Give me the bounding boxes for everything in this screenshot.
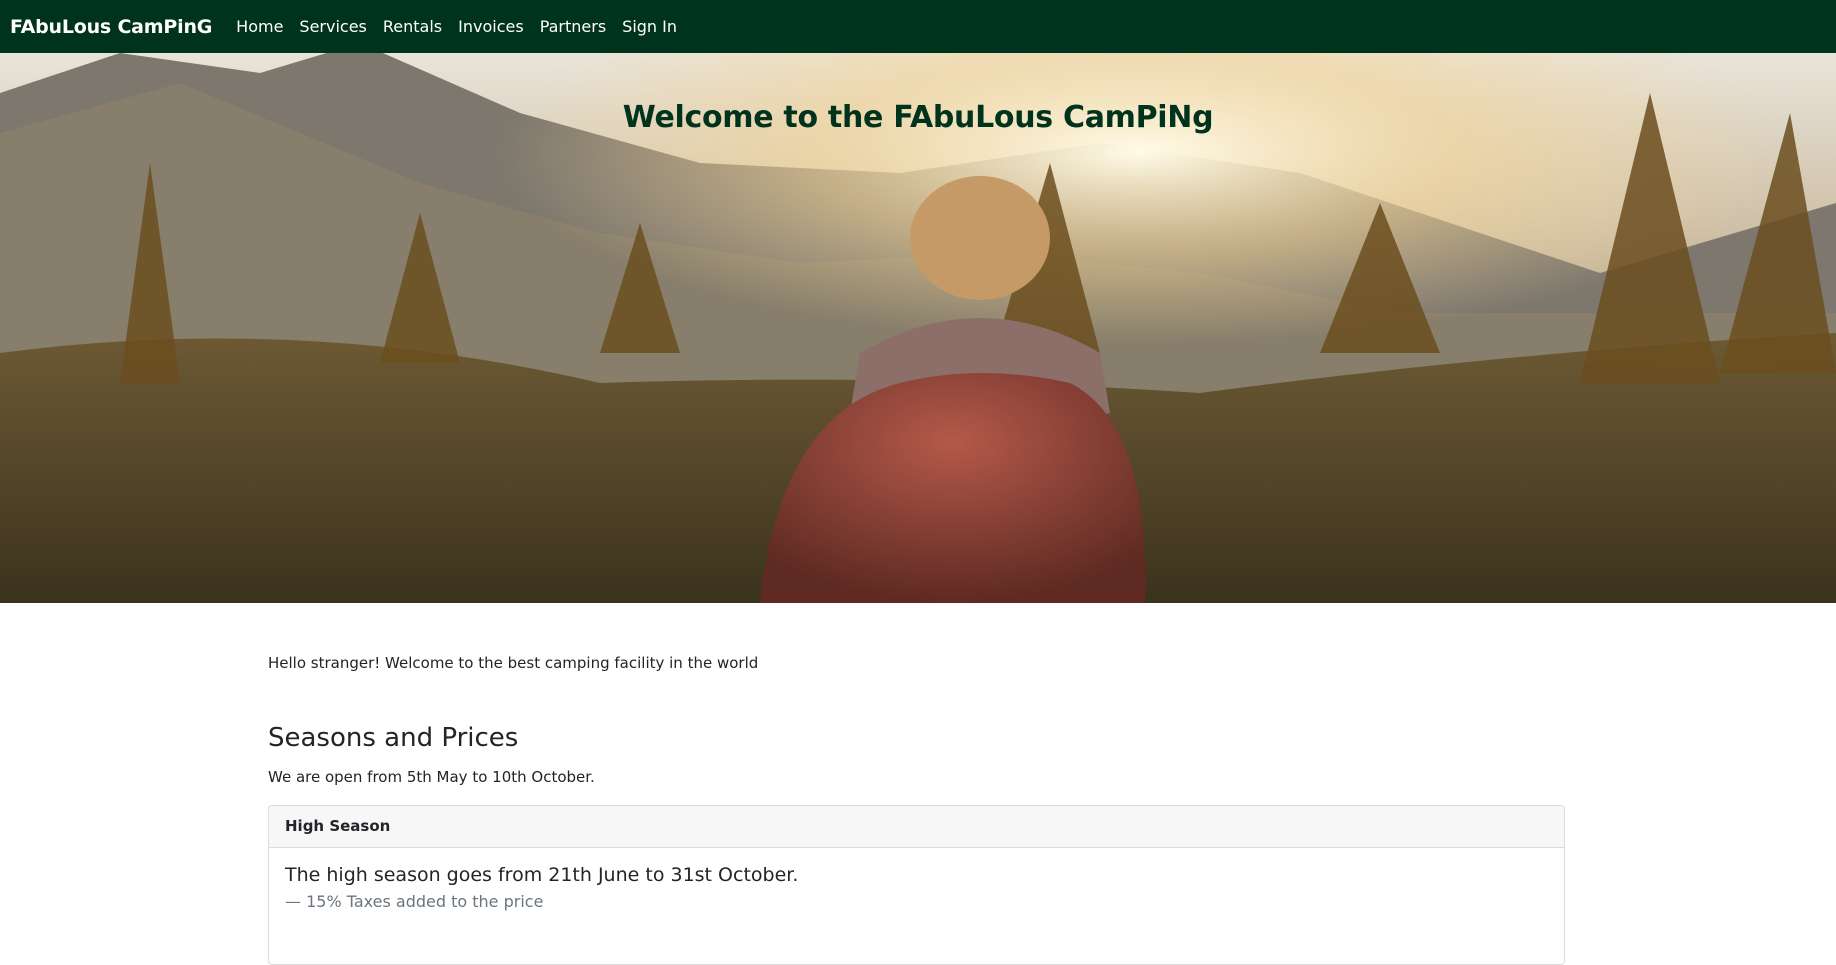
card-body: The high season goes from 21th June to 3… bbox=[269, 848, 1564, 927]
nav-partners-link[interactable]: Partners bbox=[540, 17, 606, 36]
nav-sign-in-link[interactable]: Sign In bbox=[622, 17, 677, 36]
hero-banner: Welcome to the FAbuLous CamPiNg bbox=[0, 53, 1836, 603]
hero-title: Welcome to the FAbuLous CamPiNg bbox=[622, 100, 1214, 135]
top-navbar: FAbuLous CamPinG Home Services Rentals I… bbox=[0, 0, 1836, 53]
nav-home-link[interactable]: Home bbox=[236, 17, 283, 36]
brand-link[interactable]: FAbuLous CamPinG bbox=[10, 16, 212, 38]
card-header: High Season bbox=[269, 806, 1564, 848]
hero-background-image bbox=[0, 53, 1836, 603]
intro-text: Hello stranger! Welcome to the best camp… bbox=[268, 654, 759, 672]
nav-links: Home Services Rentals Invoices Partners … bbox=[236, 17, 693, 36]
nav-rentals-link[interactable]: Rentals bbox=[383, 17, 442, 36]
nav-services-link[interactable]: Services bbox=[299, 17, 366, 36]
card-tax-note: — 15% Taxes added to the price bbox=[285, 892, 544, 911]
seasons-section-title: Seasons and Prices bbox=[268, 723, 519, 753]
opening-dates-text: We are open from 5th May to 10th October… bbox=[268, 768, 595, 786]
card-season-dates: The high season goes from 21th June to 3… bbox=[285, 864, 799, 886]
high-season-card: High Season The high season goes from 21… bbox=[268, 805, 1565, 965]
nav-invoices-link[interactable]: Invoices bbox=[458, 17, 524, 36]
